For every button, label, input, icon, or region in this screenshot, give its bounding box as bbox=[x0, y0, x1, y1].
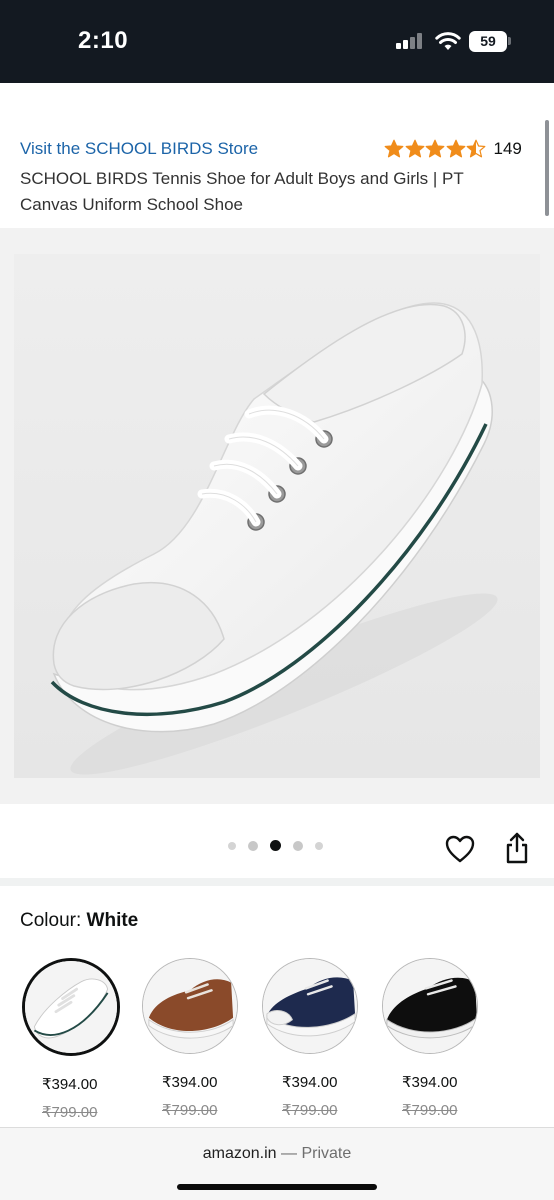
colour-label: Colour: White bbox=[20, 910, 138, 932]
swatch-mrp: ₹799.00 bbox=[402, 1102, 458, 1119]
star-icon bbox=[405, 139, 424, 158]
product-image[interactable] bbox=[14, 254, 540, 778]
shoe-thumbnail bbox=[25, 961, 117, 1053]
swatch-image[interactable] bbox=[22, 958, 120, 1056]
carousel-dot[interactable] bbox=[248, 840, 258, 851]
swatch-price: ₹394.00 bbox=[42, 1076, 98, 1093]
swatch-navy[interactable]: ₹394.00 ₹799.00 bbox=[262, 958, 382, 1119]
heart-icon[interactable] bbox=[445, 835, 475, 863]
share-icon[interactable] bbox=[505, 832, 529, 864]
rating-stars bbox=[384, 139, 487, 159]
swatch-image[interactable] bbox=[262, 958, 358, 1054]
scrollbar[interactable] bbox=[545, 120, 549, 216]
rating[interactable]: 149 bbox=[384, 139, 522, 159]
swatch-price: ₹394.00 bbox=[402, 1074, 458, 1091]
carousel-dot[interactable] bbox=[293, 840, 303, 851]
gallery-controls bbox=[0, 804, 554, 878]
private-label: — Private bbox=[276, 1145, 352, 1162]
url-domain: amazon.in bbox=[202, 1145, 277, 1162]
swatch-mrp: ₹799.00 bbox=[42, 1104, 98, 1121]
product-title: SCHOOL BIRDS Tennis Shoe for Adult Boys … bbox=[20, 169, 464, 214]
url-bar[interactable]: amazon.in — Private bbox=[0, 1145, 554, 1163]
star-icon bbox=[466, 139, 486, 158]
shoe-thumbnail bbox=[263, 959, 357, 1053]
swatch-price: ₹394.00 bbox=[282, 1074, 338, 1091]
star-icon bbox=[425, 139, 445, 158]
browser-bottom-bar: amazon.in — Private bbox=[0, 1127, 554, 1200]
status-bar: 2:10 59 bbox=[0, 0, 554, 83]
wifi-icon bbox=[435, 32, 461, 50]
swatch-image[interactable] bbox=[142, 958, 238, 1054]
colour-swatches: ₹394.00 ₹799.00 ₹394.00 ₹799.00 ₹394.00 bbox=[22, 958, 554, 1128]
carousel-dots[interactable] bbox=[228, 840, 335, 851]
colour-label-text: Colour: bbox=[20, 910, 82, 931]
rating-count: 149 bbox=[493, 139, 522, 158]
swatch-white[interactable]: ₹394.00 ₹799.00 bbox=[22, 958, 142, 1121]
status-time: 2:10 bbox=[78, 27, 129, 54]
store-link[interactable]: Visit the SCHOOL BIRDS Store bbox=[20, 139, 258, 159]
swatch-image[interactable] bbox=[382, 958, 478, 1054]
home-indicator[interactable] bbox=[177, 1184, 377, 1190]
swatch-black[interactable]: ₹394.00 ₹799.00 bbox=[382, 958, 502, 1119]
battery-tip bbox=[508, 37, 511, 45]
shoe-illustration bbox=[14, 254, 540, 778]
star-icon bbox=[384, 139, 404, 158]
swatch-mrp: ₹799.00 bbox=[162, 1102, 218, 1119]
section-divider bbox=[0, 878, 554, 886]
carousel-dot-active[interactable] bbox=[270, 840, 281, 851]
swatch-price: ₹394.00 bbox=[162, 1074, 218, 1091]
shoe-thumbnail bbox=[143, 959, 237, 1053]
battery-icon: 59 bbox=[469, 31, 507, 52]
shoe-thumbnail bbox=[383, 959, 477, 1053]
swatch-mrp: ₹799.00 bbox=[282, 1102, 338, 1119]
carousel-dot[interactable] bbox=[228, 841, 236, 850]
star-icon bbox=[446, 139, 465, 158]
swatch-brown[interactable]: ₹394.00 ₹799.00 bbox=[142, 958, 262, 1119]
carousel-dot[interactable] bbox=[315, 841, 323, 850]
image-gallery[interactable] bbox=[0, 228, 554, 804]
colour-selected: White bbox=[86, 910, 139, 931]
signal-icon bbox=[396, 33, 424, 49]
